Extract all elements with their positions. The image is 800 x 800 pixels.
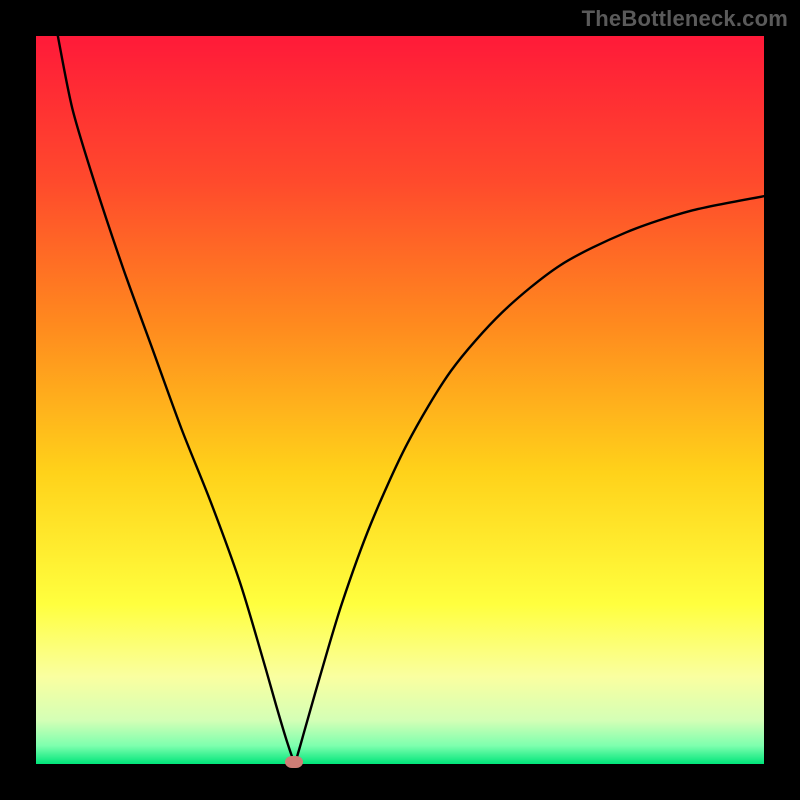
chart-frame: TheBottleneck.com: [0, 0, 800, 800]
min-marker: [285, 756, 303, 768]
bottleneck-curve: [36, 36, 764, 764]
watermark-text: TheBottleneck.com: [582, 6, 788, 32]
plot-area: [36, 36, 764, 764]
